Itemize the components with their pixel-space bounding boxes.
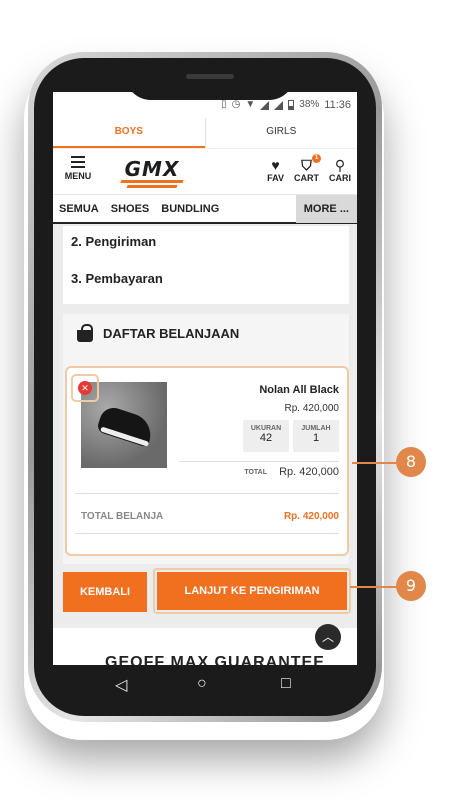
phone-notch: [125, 58, 295, 100]
gmx-logo[interactable]: GMX: [120, 157, 184, 188]
back-button[interactable]: KEMBALI: [63, 572, 147, 612]
gender-tabs: BOYS GIRLS: [53, 118, 357, 148]
wifi-icon: ▼: [245, 99, 256, 110]
android-nav-bar: ◁ ○ □: [53, 665, 357, 705]
callout-line-8: [352, 462, 398, 464]
checkout-content: 2. Pengiriman 3. Pembayaran DAFTAR BELAN…: [53, 226, 357, 665]
callout-9: 9: [396, 571, 426, 601]
size-value: 42: [259, 432, 273, 444]
callout-8: 8: [396, 447, 426, 477]
logo-text: GMX: [124, 157, 180, 181]
remove-item-button[interactable]: ✕: [71, 374, 99, 402]
item-total-label: TOTAL: [244, 469, 267, 476]
shopping-list-panel: DAFTAR BELANJAAN ✕ Nolan All Black Rp. 4…: [63, 314, 349, 564]
back-icon[interactable]: ◁: [115, 675, 127, 695]
category-shoes[interactable]: SHOES: [105, 195, 156, 223]
size-box: UKURAN 42: [243, 420, 289, 452]
tab-girls[interactable]: GIRLS: [204, 118, 358, 148]
search-button[interactable]: ⚲ CARI: [329, 157, 351, 183]
category-nav: SEMUA SHOES BUNDLING MORE ...: [53, 194, 357, 224]
hamburger-icon: [71, 156, 85, 168]
step-pengiriman[interactable]: 2. Pengiriman: [71, 234, 156, 249]
continue-to-shipping-button[interactable]: LANJUT KE PENGIRIMAN: [157, 572, 347, 610]
fav-label: FAV: [267, 173, 284, 183]
divider: [75, 533, 339, 534]
product-name[interactable]: Nolan All Black: [259, 384, 339, 396]
shopping-list-title: DAFTAR BELANJAAN: [75, 324, 239, 342]
battery-percent: 38%: [299, 99, 320, 110]
quantity-label: JUMLAH: [301, 425, 331, 432]
menu-button[interactable]: MENU: [61, 156, 95, 181]
cart-item-card: ✕ Nolan All Black Rp. 420,000 UKURAN 42 …: [65, 366, 349, 556]
quantity-box: JUMLAH 1: [293, 420, 339, 452]
search-label: CARI: [329, 173, 351, 183]
size-label: UKURAN: [250, 425, 282, 432]
grand-total-label: TOTAL BELANJA: [81, 511, 164, 522]
menu-label: MENU: [64, 171, 92, 181]
divider: [75, 493, 339, 494]
logo-bar-2: [126, 185, 178, 188]
status-time: 11:36: [324, 99, 351, 111]
header-actions: ♥ FAV ⛉ 1 CART ⚲ CARI: [267, 154, 351, 183]
tab-boys[interactable]: BOYS: [53, 118, 205, 148]
vibrate-icon: ▯: [221, 99, 227, 110]
quantity-value: 1: [312, 432, 320, 444]
shopping-list-title-text: DAFTAR BELANJAAN: [103, 325, 240, 341]
search-icon: ⚲: [334, 157, 346, 173]
divider: [179, 461, 339, 462]
chevron-up-icon: ︿: [321, 630, 334, 644]
alarm-icon: ◷: [231, 99, 241, 110]
category-bundling[interactable]: BUNDLING: [155, 195, 225, 223]
category-more[interactable]: MORE ...: [295, 194, 357, 223]
battery-icon: [288, 100, 295, 110]
phone-speaker: [186, 74, 234, 79]
guarantee-section: ︿ GEOFF MAX GUARANTEE: [53, 624, 357, 665]
fav-button[interactable]: ♥ FAV: [267, 157, 284, 183]
grand-total-value: Rp. 420,000: [283, 511, 339, 522]
app-header: MENU GMX ♥ FAV ⛉ 1 CART ⚲ CARI: [53, 148, 357, 194]
checkout-steps: 2. Pengiriman 3. Pembayaran: [63, 226, 349, 304]
cart-button[interactable]: ⛉ 1 CART: [294, 154, 321, 183]
cart-label: CART: [294, 173, 319, 183]
product-price: Rp. 420,000: [284, 403, 340, 414]
step-pembayaran[interactable]: 3. Pembayaran: [71, 271, 163, 286]
signal-icon: [260, 100, 270, 110]
signal-icon-2: [274, 100, 284, 110]
item-total-value: Rp. 420,000: [279, 466, 339, 478]
heart-icon: ♥: [271, 157, 280, 173]
recents-icon[interactable]: □: [281, 675, 291, 693]
category-semua[interactable]: SEMUA: [53, 195, 105, 223]
shopping-bag-icon: [75, 324, 95, 342]
home-icon[interactable]: ○: [197, 675, 207, 693]
cart-count-badge: 1: [312, 154, 321, 163]
logo-bar: [120, 180, 184, 183]
guarantee-heading: GEOFF MAX GUARANTEE: [105, 654, 325, 665]
phone-screen: ▯ ◷ ▼ 38% 11:36 BOYS GIRLS MENU GMX ♥ FA…: [53, 92, 357, 665]
scroll-to-top-button[interactable]: ︿: [315, 624, 341, 650]
callout-line-9: [350, 586, 398, 588]
stage: ▯ ◷ ▼ 38% 11:36 BOYS GIRLS MENU GMX ♥ FA…: [0, 0, 450, 800]
close-icon: ✕: [78, 381, 92, 395]
